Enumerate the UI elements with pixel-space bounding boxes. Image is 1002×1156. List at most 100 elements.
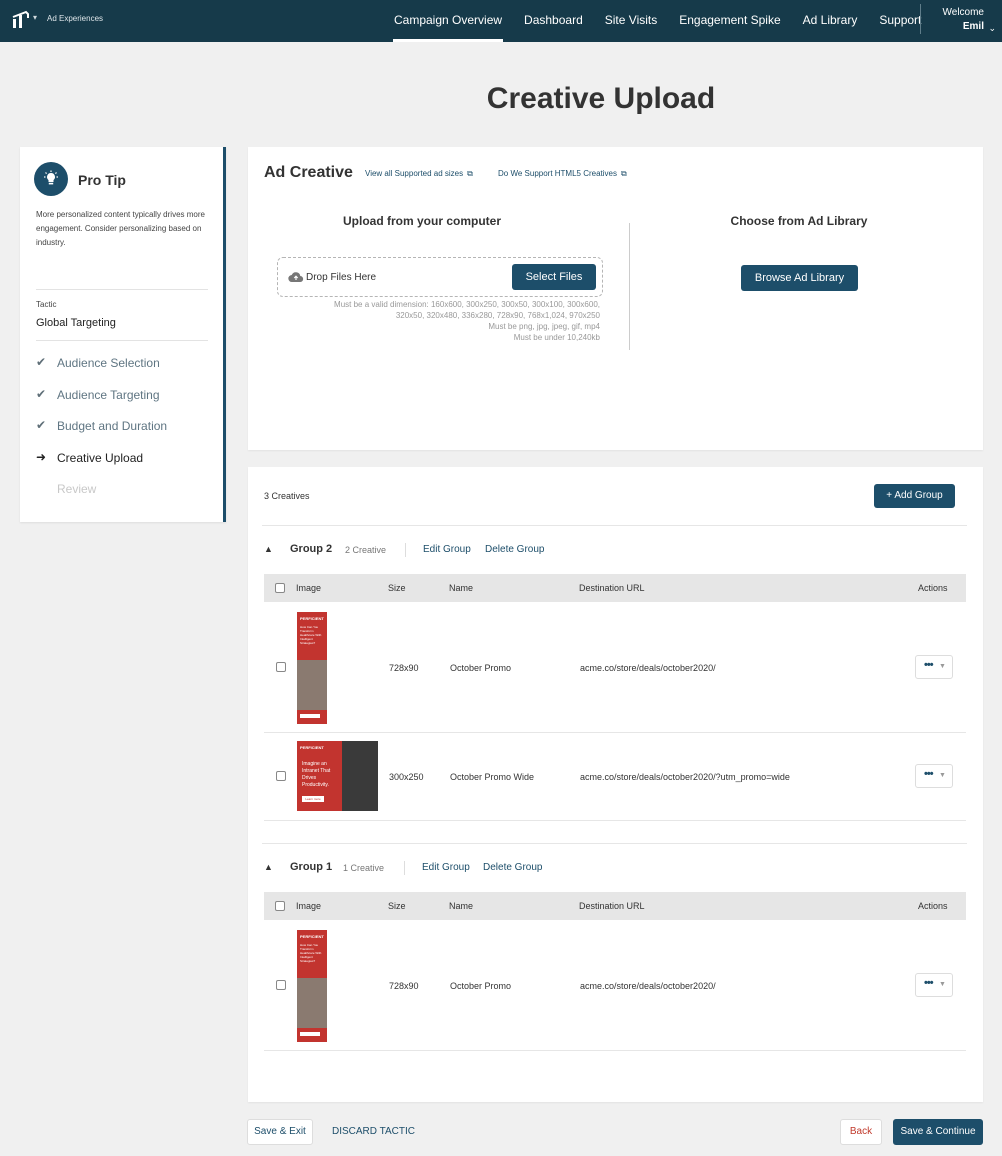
group-header-divider bbox=[405, 543, 406, 557]
col-name: Name bbox=[449, 583, 474, 593]
app-logo-icon[interactable] bbox=[12, 10, 30, 30]
pro-tip-text: More personalized content typically driv… bbox=[36, 210, 205, 247]
creative-size: 728x90 bbox=[389, 663, 419, 673]
section-divider bbox=[262, 843, 967, 844]
step-creative-upload[interactable]: ➜ Creative Upload bbox=[36, 449, 216, 469]
section-divider bbox=[262, 525, 967, 526]
user-menu[interactable]: Welcome Emil ⌄ bbox=[942, 6, 997, 34]
nav-site-visits[interactable]: Site Visits bbox=[594, 0, 668, 42]
delete-group-link[interactable]: Delete Group bbox=[483, 862, 542, 873]
nav-engagement-spike[interactable]: Engagement Spike bbox=[668, 0, 791, 42]
back-button[interactable]: Back bbox=[840, 1119, 882, 1145]
user-menu-chevron-icon: ⌄ bbox=[988, 23, 996, 33]
thumb-cta bbox=[300, 1032, 320, 1036]
link-label: Do We Support HTML5 Creatives bbox=[498, 169, 618, 178]
creative-url: acme.co/store/deals/october2020/ bbox=[580, 663, 716, 673]
ad-creative-title: Ad Creative bbox=[264, 164, 353, 181]
top-navbar: ▾ Ad Experiences Campaign Overview Dashb… bbox=[0, 0, 1002, 42]
welcome-text: Welcome bbox=[942, 7, 985, 18]
group-header-divider bbox=[404, 861, 405, 875]
edit-group-link[interactable]: Edit Group bbox=[422, 862, 470, 873]
browse-ad-library-button[interactable]: Browse Ad Library bbox=[741, 265, 858, 291]
sidebar-divider bbox=[36, 340, 208, 341]
creative-name: October Promo bbox=[450, 981, 512, 991]
delete-group-link[interactable]: Delete Group bbox=[485, 544, 544, 555]
group-creative-count: 1 Creative bbox=[343, 863, 385, 873]
check-icon: ✔ bbox=[36, 418, 47, 432]
creative-thumbnail[interactable]: PERFICIENT Imagine an Intranet That Driv… bbox=[297, 741, 378, 811]
thumb-text: How Can You Transform Healthcare With In… bbox=[300, 625, 322, 645]
creative-name: October Promo Wide bbox=[450, 772, 535, 782]
pro-tip-title: Pro Tip bbox=[78, 172, 126, 188]
page-title: Creative Upload bbox=[486, 82, 716, 115]
step-label: Review bbox=[57, 482, 97, 496]
ad-library-title: Choose from Ad Library bbox=[730, 214, 868, 228]
step-audience-targeting[interactable]: ✔ Audience Targeting bbox=[36, 386, 216, 406]
thumb-photo bbox=[297, 660, 327, 710]
column-divider bbox=[629, 223, 630, 350]
arrow-right-icon: ➜ bbox=[36, 450, 47, 464]
creative-url: acme.co/store/deals/october2020/ bbox=[580, 981, 716, 991]
file-dropzone[interactable]: Drop Files Here Select Files bbox=[277, 257, 603, 297]
group-header: ▲ Group 1 1 Creative Edit Group Delete G… bbox=[264, 861, 964, 879]
nav-ad-library[interactable]: Ad Library bbox=[792, 0, 869, 42]
creatives-card: 3 Creatives + Add Group ▲ Group 2 2 Crea… bbox=[248, 467, 983, 1102]
discard-tactic-link[interactable]: DISCARD TACTIC bbox=[332, 1126, 415, 1137]
nav-campaign-overview[interactable]: Campaign Overview bbox=[383, 0, 513, 42]
tactic-value: Global Targeting bbox=[36, 317, 116, 329]
row-checkbox[interactable] bbox=[276, 771, 286, 781]
nav-divider bbox=[920, 4, 921, 34]
creative-size: 728x90 bbox=[389, 981, 419, 991]
col-name: Name bbox=[449, 901, 474, 911]
chevron-down-icon: ▼ bbox=[939, 663, 946, 670]
step-audience-selection[interactable]: ✔ Audience Selection bbox=[36, 354, 216, 374]
chevron-up-icon[interactable]: ▲ bbox=[264, 862, 273, 872]
save-continue-button[interactable]: Save & Continue bbox=[893, 1119, 983, 1145]
tactic-label: Tactic bbox=[36, 300, 57, 309]
chevron-up-icon[interactable]: ▲ bbox=[264, 544, 273, 554]
drop-files-label: Drop Files Here bbox=[306, 272, 377, 283]
brand-name[interactable]: Ad Experiences bbox=[47, 14, 103, 23]
table-header: Image Size Name Destination URL Actions bbox=[264, 574, 966, 602]
creative-thumbnail[interactable]: PERFICIENT How Can You Transform Healthc… bbox=[297, 930, 327, 1042]
nav-support[interactable]: Support bbox=[868, 0, 932, 42]
group-header: ▲ Group 2 2 Creative Edit Group Delete G… bbox=[264, 543, 964, 561]
nav-dashboard[interactable]: Dashboard bbox=[513, 0, 594, 42]
save-exit-button[interactable]: Save & Exit bbox=[247, 1119, 313, 1145]
hint-line: Must be png, jpg, jpeg, gif, mp4 bbox=[488, 322, 600, 331]
row-checkbox[interactable] bbox=[276, 980, 286, 990]
brand-dropdown-caret-icon[interactable]: ▾ bbox=[33, 13, 37, 22]
step-label: Budget and Duration bbox=[57, 419, 168, 433]
step-label: Creative Upload bbox=[57, 451, 144, 465]
col-size: Size bbox=[388, 583, 406, 593]
creative-name: October Promo bbox=[450, 663, 512, 673]
row-checkbox[interactable] bbox=[276, 662, 286, 672]
step-label: Audience Targeting bbox=[57, 388, 160, 402]
sidebar-divider bbox=[36, 289, 208, 290]
chevron-down-icon: ▼ bbox=[939, 772, 946, 779]
row-actions-button[interactable]: ••• ▼ bbox=[915, 655, 953, 679]
thumb-text: Imagine an Intranet That Drives Producti… bbox=[302, 761, 331, 788]
edit-group-link[interactable]: Edit Group bbox=[423, 544, 471, 555]
ad-creative-card: Ad Creative View all Supported ad sizes ⧉… bbox=[248, 147, 983, 450]
select-all-checkbox[interactable] bbox=[275, 583, 285, 593]
step-review: Review bbox=[36, 480, 216, 500]
upload-from-computer-title: Upload from your computer bbox=[342, 214, 501, 228]
col-destination-url: Destination URL bbox=[579, 901, 645, 911]
more-dots-icon: ••• bbox=[924, 659, 934, 671]
row-actions-button[interactable]: ••• ▼ bbox=[915, 764, 953, 788]
html5-support-link[interactable]: Do We Support HTML5 Creatives ⧉ bbox=[498, 169, 627, 179]
step-budget-duration[interactable]: ✔ Budget and Duration bbox=[36, 417, 216, 437]
group-name: Group 2 bbox=[290, 543, 333, 555]
col-size: Size bbox=[388, 901, 406, 911]
creative-thumbnail[interactable]: PERFICIENT How Can You Transform Healthc… bbox=[297, 612, 327, 724]
lightbulb-icon bbox=[34, 162, 68, 196]
row-actions-button[interactable]: ••• ▼ bbox=[915, 973, 953, 997]
add-group-button[interactable]: + Add Group bbox=[874, 484, 955, 508]
supported-sizes-link[interactable]: View all Supported ad sizes ⧉ bbox=[365, 169, 473, 179]
col-image: Image bbox=[296, 901, 322, 911]
select-all-checkbox[interactable] bbox=[275, 901, 285, 911]
cloud-upload-icon bbox=[288, 272, 304, 283]
select-files-button[interactable]: Select Files bbox=[512, 264, 596, 290]
creative-size: 300x250 bbox=[389, 772, 424, 782]
